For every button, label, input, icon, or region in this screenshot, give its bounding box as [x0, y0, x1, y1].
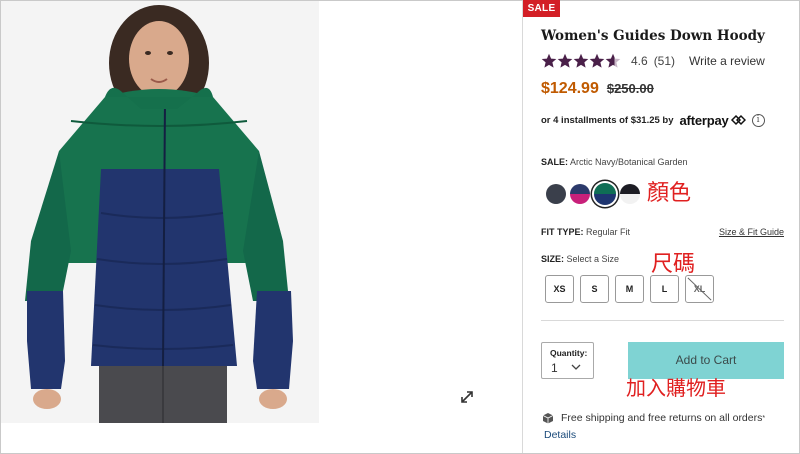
section-divider [541, 320, 784, 321]
size-option-xl[interactable]: XL [685, 275, 714, 303]
size-option-s[interactable]: S [580, 275, 609, 303]
rating-stars[interactable] [541, 53, 621, 69]
price-row: $124.99 $250.00 [541, 80, 654, 98]
product-image[interactable] [1, 1, 319, 423]
size-option-label: L [661, 284, 668, 294]
chevron-down-icon [571, 364, 581, 370]
size-value: Select a Size [566, 254, 620, 264]
size-option-xs[interactable]: XS [545, 275, 574, 303]
fit-type-prefix: FIT TYPE: [541, 227, 584, 237]
rating-value: 4.6 [631, 54, 648, 68]
sale-badge: SALE [523, 0, 560, 17]
expand-icon[interactable] [459, 389, 475, 405]
original-price: $250.00 [606, 81, 654, 96]
star-icon [573, 53, 589, 68]
star-icon [589, 53, 605, 68]
unavailable-slash-icon [687, 277, 712, 301]
color-selection-label: SALE: Arctic Navy/Botanical Garden [541, 157, 688, 167]
quantity-select[interactable]: Quantity: 1 [541, 342, 594, 379]
shipping-details-link[interactable]: Details [544, 429, 576, 441]
size-option-label: XS [553, 284, 566, 294]
afterpay-row: or 4 installments of $31.25 by afterpay … [541, 111, 765, 129]
fit-type-row: FIT TYPE: Regular Fit Size & Fit Guide [541, 227, 784, 237]
color-prefix: SALE: [541, 157, 568, 167]
afterpay-text: or 4 installments of $31.25 by [541, 114, 674, 126]
column-divider [522, 1, 523, 453]
product-photo-illustration [1, 1, 319, 423]
color-swatch-arctic-navy-botanical-garden[interactable] [594, 183, 616, 205]
shipping-mark: * [762, 414, 766, 422]
afterpay-arrows-icon [730, 114, 746, 126]
info-icon[interactable]: i [751, 113, 765, 127]
size-option-label: M [625, 284, 634, 294]
size-option-label: S [591, 284, 598, 294]
write-review-link[interactable]: Write a review [689, 54, 765, 68]
annotation-cart: 加入購物車 [626, 376, 726, 400]
shipping-info: Free shipping and free returns on all or… [542, 412, 765, 424]
annotation-color: 顏色 [647, 181, 692, 206]
size-prefix: SIZE: [541, 254, 565, 264]
color-swatch-navy-magenta[interactable] [570, 184, 590, 204]
size-option-l[interactable]: L [650, 275, 679, 303]
size-options: XS S M L XL [545, 275, 714, 303]
selected-color-name: Arctic Navy/Botanical Garden [570, 157, 688, 167]
color-swatches [546, 183, 640, 205]
afterpay-logo: afterpay [679, 112, 729, 128]
rating-count[interactable]: (51) [654, 54, 675, 68]
size-option-m[interactable]: M [615, 275, 644, 303]
rating-row: 4.6 (51) Write a review [541, 52, 765, 70]
color-swatch-black-white[interactable] [620, 184, 640, 204]
product-title: Women's Guides Down Hoody [541, 28, 765, 44]
star-icon [557, 53, 573, 68]
box-icon [542, 413, 554, 424]
annotation-size: 尺碼 [651, 252, 696, 277]
star-icon [541, 53, 557, 68]
color-swatch-dark-slate[interactable] [546, 184, 566, 204]
quantity-label: Quantity: [550, 348, 588, 358]
star-icon [605, 53, 621, 68]
fit-type-value: Regular Fit [586, 227, 631, 237]
shipping-text: Free shipping and free returns on all or… [561, 412, 763, 424]
size-fit-guide-link[interactable]: Size & Fit Guide [719, 227, 784, 237]
sale-price: $124.99 [541, 80, 599, 97]
size-label: SIZE: Select a Size [541, 254, 619, 264]
quantity-value: 1 [551, 361, 558, 375]
